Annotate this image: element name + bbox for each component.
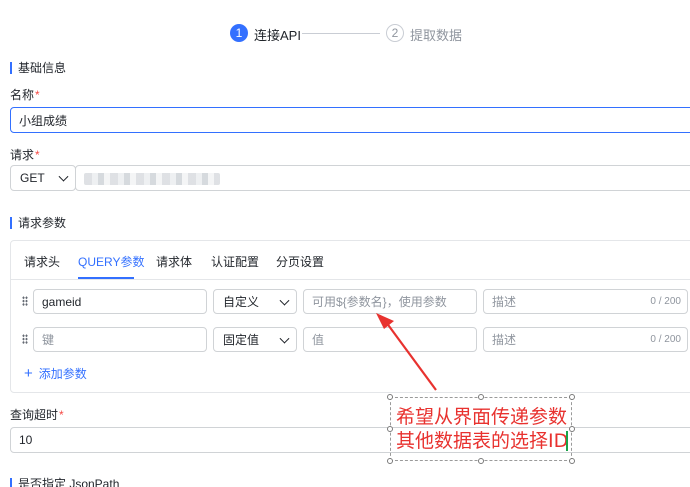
tab-auth[interactable]: 认证配置 bbox=[211, 253, 259, 270]
http-method-select[interactable]: GET bbox=[10, 165, 76, 191]
char-counter: 0 / 200 bbox=[650, 334, 681, 345]
resize-handle[interactable] bbox=[478, 394, 484, 400]
drag-handle-icon[interactable] bbox=[22, 296, 28, 306]
basic-info-title: 基础信息 bbox=[10, 62, 66, 74]
resize-handle[interactable] bbox=[478, 458, 484, 464]
chevron-down-icon bbox=[279, 333, 290, 344]
param-description-input[interactable]: 描述 0 / 200 bbox=[483, 327, 688, 352]
param-description-input[interactable]: 描述 0 / 200 bbox=[483, 289, 688, 314]
step-2-badge: 2 bbox=[386, 24, 404, 42]
request-label: 请求* bbox=[10, 148, 40, 162]
resize-handle[interactable] bbox=[387, 458, 393, 464]
jsonpath-label: 是否指定 JsonPath bbox=[10, 478, 119, 487]
tab-body[interactable]: 请求体 bbox=[156, 253, 192, 270]
char-counter: 0 / 200 bbox=[650, 296, 681, 307]
param-key-placeholder: 键 bbox=[42, 333, 55, 347]
plus-icon: + bbox=[24, 364, 33, 382]
resize-handle[interactable] bbox=[569, 458, 575, 464]
resize-handle[interactable] bbox=[387, 426, 393, 432]
name-input-value: 小组成绩 bbox=[19, 113, 68, 128]
step-1-badge: 1 bbox=[230, 24, 248, 42]
param-type-value: 固定值 bbox=[223, 333, 260, 347]
add-param-label: 添加参数 bbox=[38, 367, 87, 381]
redacted-url bbox=[84, 173, 220, 185]
drag-handle-icon[interactable] bbox=[22, 334, 28, 344]
param-description-placeholder: 描述 bbox=[492, 295, 517, 309]
resize-handle[interactable] bbox=[569, 426, 575, 432]
chevron-down-icon bbox=[279, 295, 290, 306]
name-label: 名称* bbox=[10, 88, 40, 102]
required-mark: * bbox=[35, 88, 40, 102]
param-description-placeholder: 描述 bbox=[492, 333, 517, 347]
http-method-value: GET bbox=[20, 171, 45, 185]
timeout-value: 10 bbox=[19, 433, 33, 447]
required-mark: * bbox=[59, 408, 64, 422]
timeout-label: 查询超时* bbox=[10, 408, 64, 422]
text-cursor bbox=[566, 431, 568, 451]
param-value-input[interactable]: 可用${参数名}，使用参数 bbox=[303, 289, 477, 314]
resize-handle[interactable] bbox=[569, 394, 575, 400]
step-1-label[interactable]: 连接API bbox=[254, 25, 301, 44]
param-value-input[interactable]: 值 bbox=[303, 327, 477, 352]
required-mark: * bbox=[35, 148, 40, 162]
tab-pagination[interactable]: 分页设置 bbox=[276, 253, 324, 270]
param-type-select[interactable]: 自定义 bbox=[213, 289, 297, 314]
step-indicator: 1 连接API 2 提取数据 bbox=[0, 22, 690, 44]
tab-query-params[interactable]: QUERY参数 bbox=[78, 253, 144, 270]
params-section-title: 请求参数 bbox=[10, 217, 66, 229]
add-param-button[interactable]: + 添加参数 bbox=[24, 365, 87, 382]
timeout-input[interactable]: 10 bbox=[10, 427, 690, 453]
param-key-input[interactable]: 键 bbox=[33, 327, 207, 352]
step-2-label[interactable]: 提取数据 bbox=[410, 25, 462, 44]
tab-headers[interactable]: 请求头 bbox=[24, 253, 60, 270]
chevron-down-icon bbox=[58, 171, 69, 182]
step-connector bbox=[302, 33, 380, 34]
tab-divider bbox=[11, 279, 690, 280]
resize-handle[interactable] bbox=[387, 394, 393, 400]
param-key-value: gameid bbox=[42, 294, 82, 309]
param-value-placeholder: 值 bbox=[312, 333, 325, 347]
annotation-line-1[interactable]: 希望从界面传递参数 bbox=[396, 405, 567, 429]
param-value-placeholder: 可用${参数名}，使用参数 bbox=[312, 295, 447, 309]
params-card: 请求头 QUERY参数 请求体 认证配置 分页设置 bbox=[10, 240, 690, 393]
param-type-value: 自定义 bbox=[223, 295, 260, 309]
annotation-line-2[interactable]: 其他数据表的选择ID bbox=[396, 429, 568, 453]
param-key-input[interactable]: gameid bbox=[33, 289, 207, 314]
param-type-select[interactable]: 固定值 bbox=[213, 327, 297, 352]
name-input[interactable]: 小组成绩 bbox=[10, 107, 690, 133]
